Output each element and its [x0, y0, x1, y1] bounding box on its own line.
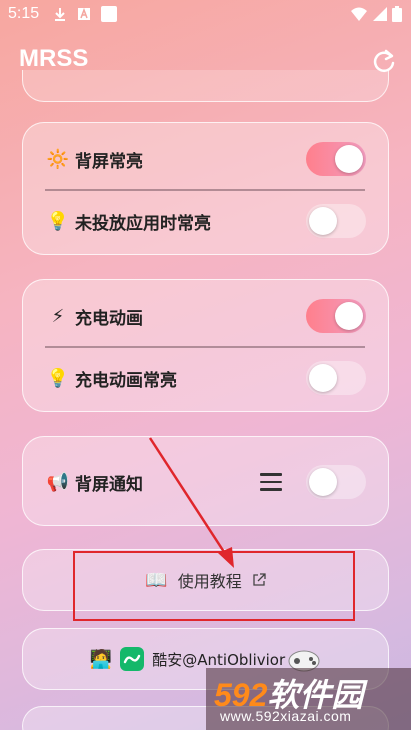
card-scrolled-top	[22, 70, 389, 102]
toggle-knob	[309, 468, 337, 496]
a-box-icon	[78, 7, 90, 20]
annotation-box	[73, 551, 355, 621]
row-charging-always-on: 💡 充电动画常亮	[23, 348, 388, 408]
battery-icon	[392, 6, 402, 22]
status-bar: 5:15	[0, 0, 411, 30]
watermark-url: www.592xiazai.com	[220, 708, 352, 724]
download-icon	[55, 8, 65, 21]
wifi-icon	[351, 7, 367, 21]
toggle-knob	[335, 302, 363, 330]
signal-icon	[373, 7, 387, 21]
toggle-knob	[335, 145, 363, 173]
toggle-screen-always-on[interactable]	[306, 142, 366, 176]
card-screen-on: 🔆 背屏常亮 💡 未投放应用时常亮	[22, 122, 389, 255]
toggle-charging-animation[interactable]	[306, 299, 366, 333]
lightbulb-icon: 💡	[46, 367, 70, 389]
row-label: 充电动画常亮	[75, 370, 177, 391]
sun-icon: 🔆	[46, 148, 70, 170]
watermark: 592软件园 www.592xiazai.com	[206, 668, 411, 730]
lightning-icon: ⚡	[51, 305, 65, 327]
toggle-back-screen-notification[interactable]	[306, 465, 366, 499]
row-back-screen-notification: 📢 背屏通知	[23, 452, 388, 512]
lightbulb-icon: 💡	[46, 210, 70, 232]
toggle-knob	[309, 207, 337, 235]
toggle-knob	[309, 364, 337, 392]
status-time: 5:15	[8, 5, 40, 22]
developer-icon: 🧑‍💻	[89, 648, 113, 670]
row-screen-always-on: 🔆 背屏常亮	[23, 129, 388, 189]
row-label: 背屏常亮	[75, 151, 143, 172]
square-icon	[101, 6, 117, 22]
app-title: MRSS	[19, 45, 89, 72]
coolapk-icon	[120, 647, 145, 671]
toggle-charging-always-on[interactable]	[306, 361, 366, 395]
toggle-on-when-no-app[interactable]	[306, 204, 366, 238]
card-charging: ⚡ 充电动画 💡 充电动画常亮	[22, 279, 389, 412]
menu-icon[interactable]	[260, 473, 282, 491]
row-label: 未投放应用时常亮	[75, 213, 211, 234]
card-notification: 📢 背屏通知	[22, 436, 389, 526]
author-label: 酷安@AntiOblivior	[152, 650, 286, 669]
row-on-when-no-app: 💡 未投放应用时常亮	[23, 191, 388, 251]
row-label: 充电动画	[75, 308, 143, 329]
row-charging-animation: ⚡ 充电动画	[23, 286, 388, 346]
row-label: 背屏通知	[75, 474, 143, 495]
megaphone-icon: 📢	[46, 471, 70, 493]
